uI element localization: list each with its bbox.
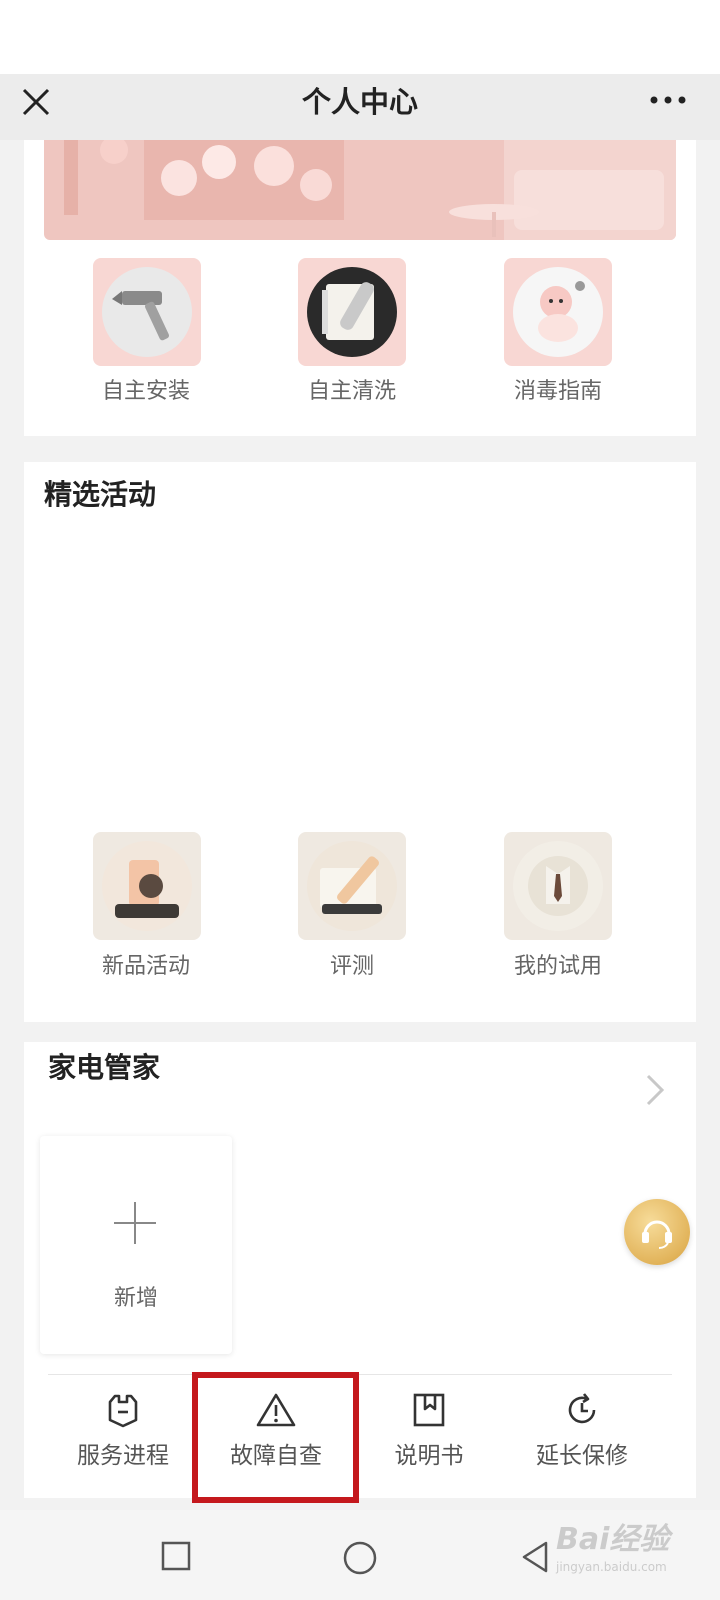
shirt-tie-icon bbox=[513, 841, 603, 931]
appliance-title: 家电管家 bbox=[48, 1051, 161, 1084]
baby-doll-icon bbox=[513, 267, 603, 357]
tool-service-progress[interactable]: 服务进程 bbox=[48, 1392, 198, 1470]
activity-tile-my-trial[interactable] bbox=[504, 832, 612, 940]
tool-extended-warranty[interactable]: 延长保修 bbox=[507, 1392, 657, 1470]
status-bar-area bbox=[0, 0, 720, 74]
chevron-right-icon bbox=[646, 1074, 665, 1106]
circle-icon bbox=[343, 1541, 377, 1575]
customer-service-button[interactable] bbox=[624, 1199, 690, 1265]
service-tile-clean[interactable] bbox=[298, 258, 406, 366]
nav-home-button[interactable] bbox=[342, 1540, 378, 1580]
add-appliance-button[interactable]: 新增 bbox=[40, 1136, 232, 1354]
back-triangle-icon bbox=[522, 1541, 548, 1573]
divider bbox=[48, 1374, 672, 1375]
square-icon bbox=[161, 1541, 191, 1571]
service-label-clean: 自主清洗 bbox=[307, 379, 396, 404]
appliance-more-button[interactable] bbox=[644, 1072, 666, 1108]
add-appliance-label: 新增 bbox=[113, 1286, 158, 1311]
tool-manual[interactable]: 说明书 bbox=[354, 1392, 504, 1470]
more-options-button[interactable] bbox=[648, 90, 688, 110]
page-title: 个人中心 bbox=[301, 85, 418, 119]
pen-note-icon bbox=[307, 841, 397, 931]
product-icon bbox=[102, 841, 192, 931]
activity-label-new-product: 新品活动 bbox=[101, 954, 190, 979]
tool-label-service-progress: 服务进程 bbox=[77, 1443, 169, 1469]
wrench-shield-icon bbox=[108, 1394, 138, 1428]
promo-banner[interactable] bbox=[44, 140, 676, 240]
tool-label-extended-warranty: 延长保修 bbox=[536, 1443, 628, 1469]
hammer-icon bbox=[102, 267, 192, 357]
clock-refresh-icon bbox=[568, 1393, 596, 1424]
watermark-subtext: jingyan.baidu.com bbox=[556, 1560, 667, 1574]
nav-back-button[interactable] bbox=[520, 1540, 552, 1578]
more-dots-icon bbox=[650, 96, 686, 104]
plus-icon bbox=[114, 1202, 156, 1244]
watermark: Bai经验 jingyan.baidu.com bbox=[556, 1520, 716, 1590]
headset-icon bbox=[642, 1220, 672, 1249]
activity-label-review: 评测 bbox=[329, 954, 374, 979]
notebook-pencil-icon bbox=[307, 267, 397, 357]
watermark-text: Bai经验 bbox=[556, 1522, 670, 1557]
activity-tile-review[interactable] bbox=[298, 832, 406, 940]
service-tile-disinfect[interactable] bbox=[504, 258, 612, 366]
highlight-box bbox=[192, 1372, 359, 1503]
service-tile-install[interactable] bbox=[93, 258, 201, 366]
nav-recents-button[interactable] bbox=[160, 1540, 192, 1576]
activity-label-my-trial: 我的试用 bbox=[513, 954, 602, 979]
service-label-install: 自主安装 bbox=[101, 379, 190, 404]
service-label-disinfect: 消毒指南 bbox=[513, 379, 602, 404]
banner-image bbox=[44, 140, 676, 240]
manual-icon bbox=[413, 1393, 445, 1427]
tool-label-manual: 说明书 bbox=[394, 1443, 464, 1469]
activities-title: 精选活动 bbox=[44, 478, 157, 511]
activity-tile-new-product[interactable] bbox=[93, 832, 201, 940]
